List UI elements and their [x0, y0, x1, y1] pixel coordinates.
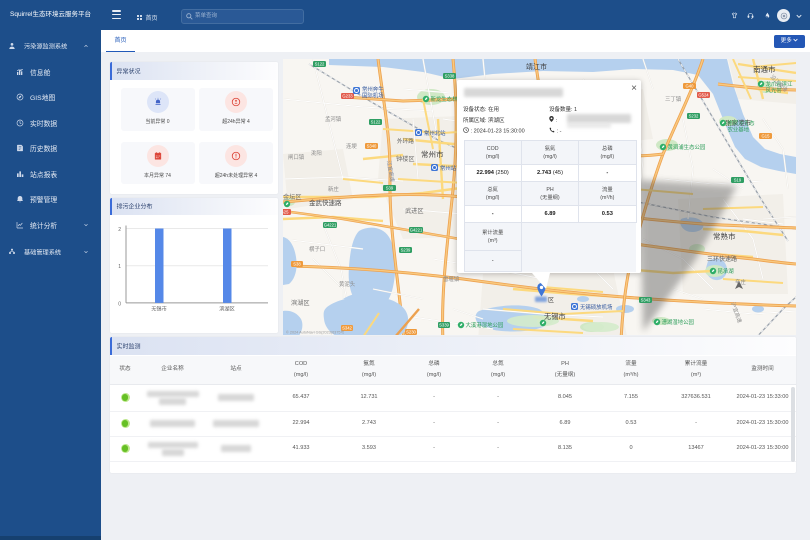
svg-text:常阴沙生态: 常阴沙生态 — [728, 119, 756, 127]
svg-text:常熟市: 常熟市 — [713, 231, 736, 241]
svg-text:无锡硕放机场: 无锡硕放机场 — [580, 303, 613, 311]
svg-text:G15: G15 — [762, 134, 771, 139]
svg-text:S230: S230 — [406, 330, 416, 335]
svg-text:S122: S122 — [371, 120, 381, 125]
svg-text:G4221: G4221 — [410, 228, 423, 233]
svg-text:新龙生态林: 新龙生态林 — [431, 95, 459, 103]
svg-text:S39: S39 — [386, 186, 394, 191]
svg-text:外环路: 外环路 — [397, 137, 414, 145]
svg-text:常州奔牛: 常州奔牛 — [362, 85, 384, 93]
svg-text:钟楼区: 钟楼区 — [396, 155, 415, 163]
svg-text:黄泗浦生态公园: 黄泗浦生态公园 — [668, 143, 706, 151]
svg-text:金坛区: 金坛区 — [283, 193, 302, 201]
svg-text:S339: S339 — [439, 323, 449, 328]
svg-text:S239: S239 — [401, 248, 411, 253]
svg-text:G25: G25 — [283, 210, 289, 215]
svg-text:区: 区 — [548, 297, 554, 304]
svg-text:S340: S340 — [367, 144, 377, 149]
svg-text:S338: S338 — [445, 74, 455, 79]
svg-text:横子口: 横子口 — [309, 245, 325, 253]
svg-text:S343: S343 — [641, 298, 651, 303]
svg-text:S38: S38 — [293, 262, 301, 267]
svg-text:S122: S122 — [315, 62, 325, 67]
svg-text:G524: G524 — [698, 93, 709, 98]
svg-text:国际机场: 国际机场 — [362, 92, 384, 100]
svg-text:漕湖湿地公园: 漕湖湿地公园 — [662, 318, 694, 326]
svg-text:新庄: 新庄 — [328, 185, 339, 193]
svg-text:常州北站: 常州北站 — [424, 129, 446, 137]
svg-text:黄泥头: 黄泥头 — [339, 280, 356, 288]
svg-text:雪堰镇: 雪堰镇 — [443, 275, 460, 283]
svg-text:昆承湖: 昆承湖 — [718, 267, 734, 275]
svg-text:© 2024 AutoNavi GS(2023)6375号: © 2024 AutoNavi GS(2023)6375号 — [286, 330, 345, 335]
svg-text:无锡市: 无锡市 — [151, 305, 167, 313]
svg-text:三环快速路: 三环快速路 — [707, 255, 737, 263]
svg-text:1: 1 — [118, 264, 121, 270]
svg-text:闸口镇: 闸口镇 — [288, 153, 305, 161]
svg-text:连埂: 连埂 — [346, 142, 357, 150]
svg-text:南通市: 南通市 — [753, 64, 776, 74]
svg-text:S19: S19 — [734, 178, 742, 183]
svg-text:农业基地: 农业基地 — [728, 126, 750, 134]
svg-text:常州站: 常州站 — [440, 164, 457, 172]
svg-text:武进区: 武进区 — [405, 207, 424, 215]
svg-text:洮阳: 洮阳 — [311, 149, 322, 157]
svg-text:金武快速路: 金武快速路 — [309, 198, 342, 207]
svg-text:0: 0 — [118, 301, 121, 307]
svg-text:G40: G40 — [686, 84, 695, 89]
svg-text:滨湖区: 滨湖区 — [291, 299, 310, 307]
svg-text:滨湖区: 滨湖区 — [219, 305, 235, 313]
svg-text:常州市: 常州市 — [421, 149, 444, 159]
svg-text:三丁镇: 三丁镇 — [665, 95, 682, 103]
svg-text:G233: G233 — [342, 94, 353, 99]
svg-text:大溪港湿地公园: 大溪港湿地公园 — [466, 321, 504, 329]
svg-text:孟河镇: 孟河镇 — [325, 115, 342, 123]
svg-text:2: 2 — [118, 227, 121, 233]
svg-text:靖江市: 靖江市 — [526, 62, 547, 71]
svg-text:G4221: G4221 — [324, 223, 337, 228]
svg-text:S232: S232 — [689, 114, 699, 119]
svg-text:无锡市: 无锡市 — [544, 312, 566, 321]
